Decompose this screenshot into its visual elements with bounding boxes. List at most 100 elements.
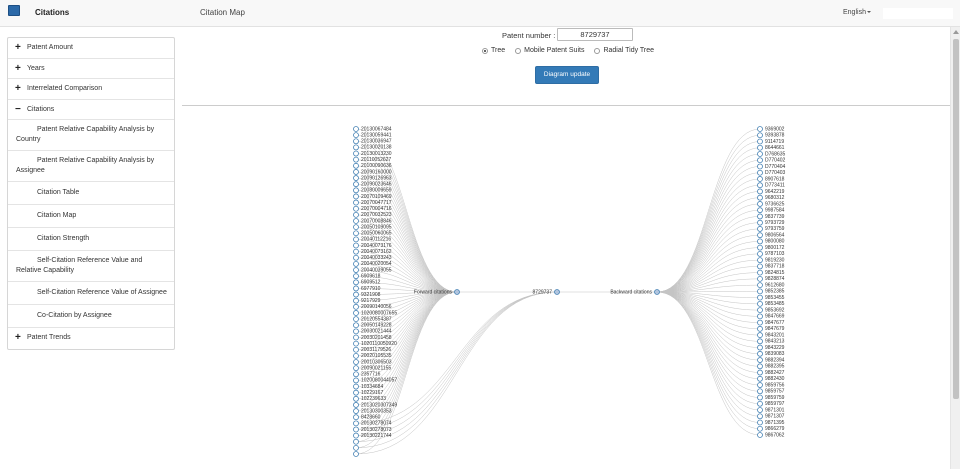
backward-citation-node[interactable] (757, 294, 763, 301)
backward-citation-node[interactable] (757, 244, 763, 251)
forward-citation-node[interactable] (353, 322, 359, 329)
sidebar-subitem-self-citation-reference[interactable]: Self-Citation Reference Value and Relati… (8, 251, 174, 282)
forward-citation-node[interactable] (353, 254, 359, 261)
backward-citation-node[interactable] (757, 388, 763, 395)
forward-citation-node[interactable] (353, 261, 359, 267)
forward-citation-node[interactable] (353, 402, 359, 408)
backward-citation-node[interactable] (757, 413, 763, 420)
forward-citation-node[interactable] (353, 267, 359, 273)
sidebar-item-patent-amount[interactable]: + Patent Amount (8, 38, 174, 59)
forward-citation-node[interactable] (353, 334, 359, 341)
forward-citation-node[interactable] (353, 359, 359, 365)
backward-citation-node[interactable] (757, 182, 763, 189)
forward-citation-node[interactable] (353, 279, 359, 286)
forward-citation-node[interactable] (353, 138, 359, 145)
backward-citation-node[interactable] (757, 382, 763, 388)
backward-citation-node[interactable] (757, 425, 763, 432)
backward-citation-node[interactable] (757, 419, 763, 426)
forward-citation-node[interactable] (353, 426, 359, 433)
forward-citation-node[interactable] (353, 371, 359, 378)
forward-citation-node[interactable] (353, 346, 359, 353)
sidebar-subitem-citation-map[interactable]: Citation Map (8, 205, 174, 228)
backward-citation-node[interactable] (757, 300, 763, 307)
forward-citation-node[interactable] (353, 444, 359, 451)
backward-citation-node[interactable] (757, 226, 763, 232)
forward-citation-node[interactable] (353, 132, 359, 139)
backward-citation-node[interactable] (757, 201, 763, 207)
forward-citation-node[interactable] (353, 352, 359, 359)
backward-citation-node[interactable] (757, 313, 763, 320)
forward-citation-node[interactable] (353, 285, 359, 292)
root-patent-node[interactable] (554, 289, 560, 295)
language-dropdown[interactable]: English (843, 9, 871, 16)
backward-citation-node[interactable] (757, 269, 763, 276)
backward-citation-node[interactable] (757, 338, 763, 345)
backward-citation-node[interactable] (757, 325, 763, 332)
backward-citation-node[interactable] (757, 282, 763, 289)
forward-citation-node[interactable] (353, 340, 359, 347)
forward-citation-node[interactable] (353, 420, 359, 427)
forward-citation-node[interactable] (353, 175, 359, 181)
forward-citation-node[interactable] (353, 414, 359, 421)
sidebar-item-patent-trends[interactable]: + Patent Trends (8, 328, 174, 349)
sidebar-subitem-capability-country[interactable]: Patent Relative Capability Analysis by C… (8, 120, 174, 151)
backward-citation-node[interactable] (757, 275, 763, 282)
forward-citations-node[interactable] (454, 289, 460, 295)
forward-citation-node[interactable] (353, 230, 359, 237)
backward-citation-node[interactable] (757, 375, 763, 382)
forward-citation-node[interactable] (353, 377, 359, 384)
backward-citation-node[interactable] (757, 126, 763, 132)
forward-citation-node[interactable] (353, 395, 359, 402)
radio-radial-tidy-tree[interactable]: Radial Tidy Tree (594, 47, 654, 54)
backward-citation-node[interactable] (757, 263, 763, 270)
diagram-update-button[interactable]: Diagram update (535, 66, 599, 84)
vertical-scrollbar[interactable] (950, 27, 960, 469)
forward-citation-node[interactable] (353, 162, 359, 169)
forward-citation-node[interactable] (353, 432, 359, 439)
forward-citation-node[interactable] (353, 438, 359, 445)
forward-citation-node[interactable] (353, 218, 359, 224)
sidebar-subitem-self-citation-assignee[interactable]: Self-Citation Reference Value of Assigne… (8, 282, 174, 305)
backward-citation-node[interactable] (757, 357, 763, 363)
backward-citation-node[interactable] (757, 257, 763, 264)
backward-citation-node[interactable] (757, 176, 763, 182)
forward-citation-node[interactable] (353, 242, 359, 249)
backward-citation-node[interactable] (757, 163, 763, 170)
backward-citation-node[interactable] (757, 138, 763, 145)
forward-citation-node[interactable] (353, 150, 359, 157)
forward-citation-node[interactable] (353, 205, 359, 212)
forward-citation-node[interactable] (353, 236, 359, 243)
forward-citation-node[interactable] (353, 303, 359, 310)
backward-citation-node[interactable] (757, 207, 763, 214)
forward-citation-node[interactable] (353, 169, 359, 175)
forward-citation-node[interactable] (353, 193, 359, 200)
sidebar-subitem-citation-table[interactable]: Citation Table (8, 182, 174, 205)
backward-citation-node[interactable] (757, 238, 763, 245)
scrollbar-thumb[interactable] (953, 39, 959, 399)
forward-citation-node[interactable] (353, 383, 359, 390)
forward-citation-node[interactable] (353, 291, 359, 298)
forward-citation-node[interactable] (353, 156, 359, 163)
backward-citations-node[interactable] (654, 289, 660, 295)
forward-citation-node[interactable] (353, 211, 359, 218)
forward-citation-node[interactable] (353, 451, 359, 457)
forward-citation-node[interactable] (353, 224, 359, 231)
backward-citation-node[interactable] (757, 407, 763, 413)
forward-citation-node[interactable] (353, 310, 359, 316)
forward-citation-node[interactable] (353, 144, 359, 151)
backward-citation-node[interactable] (757, 250, 763, 257)
forward-citation-node[interactable] (353, 199, 359, 206)
backward-citation-node[interactable] (757, 213, 763, 220)
forward-citation-node[interactable] (353, 126, 359, 132)
forward-citation-node[interactable] (353, 328, 359, 335)
sidebar-item-years[interactable]: + Years (8, 59, 174, 79)
forward-citation-node[interactable] (353, 187, 359, 194)
radio-mobile-patent-suits[interactable]: Mobile Patent Suits (515, 47, 584, 54)
backward-citation-node[interactable] (757, 144, 763, 151)
forward-citation-node[interactable] (353, 365, 359, 372)
app-logo-icon[interactable] (8, 5, 20, 21)
forward-citation-node[interactable] (353, 389, 359, 396)
backward-citation-node[interactable] (757, 157, 763, 164)
backward-citation-node[interactable] (757, 369, 763, 376)
backward-citation-node[interactable] (757, 288, 763, 295)
